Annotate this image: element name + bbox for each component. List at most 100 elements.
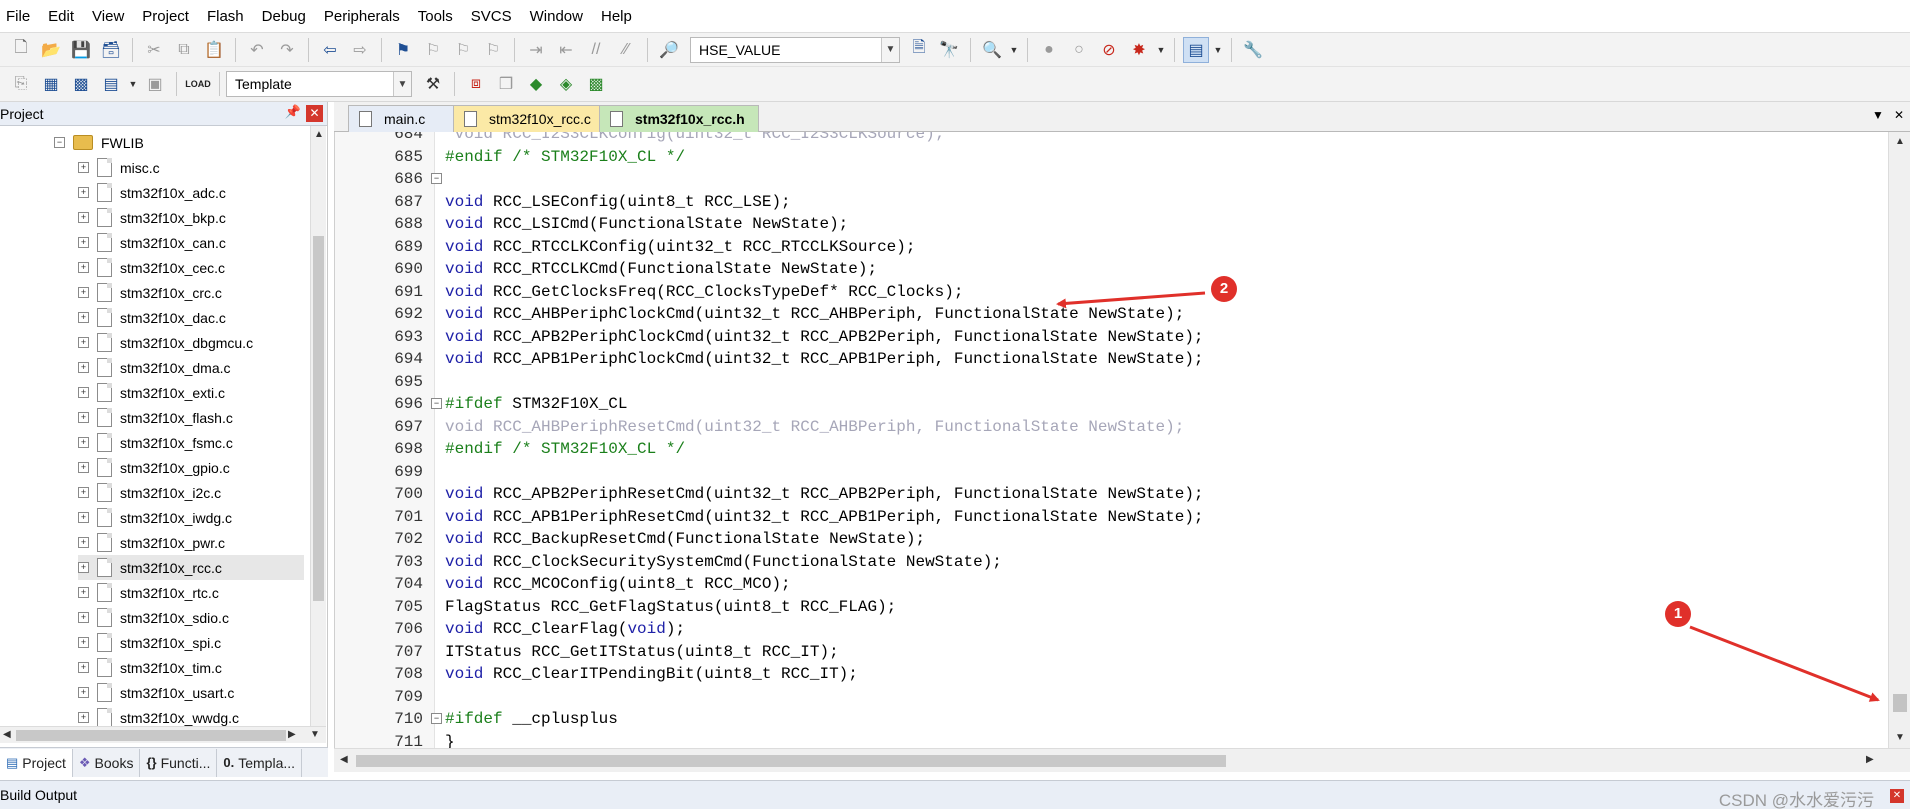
code-line[interactable]: void RCC_ClearITPendingBit(uint8_t RCC_I… bbox=[445, 663, 858, 685]
expand-icon[interactable]: + bbox=[78, 162, 89, 173]
tree-vertical-scrollbar[interactable]: ▲ bbox=[310, 126, 326, 726]
chevron-down-icon[interactable]: ▼ bbox=[1156, 37, 1166, 63]
target-combo[interactable]: Template ▼ bbox=[226, 71, 412, 97]
code-line[interactable]: void RCC_APB2PeriphClockCmd(uint32_t RCC… bbox=[445, 326, 1204, 348]
scroll-thumb[interactable] bbox=[16, 730, 286, 741]
expand-icon[interactable]: + bbox=[78, 337, 89, 348]
code-line[interactable]: ITStatus RCC_GetITStatus(uint8_t RCC_IT)… bbox=[445, 641, 839, 663]
scroll-left-icon[interactable]: ◀ bbox=[3, 729, 11, 740]
find-icon[interactable]: 🗎 bbox=[906, 37, 932, 63]
menu-project[interactable]: Project bbox=[133, 0, 198, 33]
tree-file-item[interactable]: + stm32f10x_sdio.c bbox=[78, 605, 304, 630]
tab-stm32f10x-rcc-c[interactable]: stm32f10x_rcc.c bbox=[453, 105, 603, 132]
scroll-down-icon[interactable]: ▼ bbox=[310, 729, 320, 740]
manage-project-items-icon[interactable]: ⧈ bbox=[463, 71, 489, 97]
code-line[interactable]: void RCC_APB2PeriphResetCmd(uint32_t RCC… bbox=[445, 483, 1204, 505]
tree-file-item[interactable]: + stm32f10x_spi.c bbox=[78, 630, 304, 655]
scroll-thumb[interactable] bbox=[1893, 694, 1907, 712]
fold-toggle-icon[interactable]: − bbox=[431, 173, 442, 184]
expand-icon[interactable]: + bbox=[78, 662, 89, 673]
tree-file-item[interactable]: + misc.c bbox=[78, 155, 304, 180]
code-line[interactable]: void RCC_LSICmd(FunctionalState NewState… bbox=[445, 213, 848, 235]
scroll-up-icon[interactable]: ▲ bbox=[314, 129, 324, 140]
manage-runtime-icon[interactable]: ◆ bbox=[523, 71, 549, 97]
tree-file-item[interactable]: + stm32f10x_dma.c bbox=[78, 355, 304, 380]
code-line[interactable]: void RCC_AHBPeriphResetCmd(uint32_t RCC_… bbox=[445, 416, 1184, 438]
chevron-down-icon[interactable]: ▼ bbox=[881, 37, 899, 62]
nav-back-icon[interactable]: ⇦ bbox=[317, 37, 343, 63]
tree-horizontal-scrollbar[interactable]: ◀ ▶ ▼ bbox=[0, 726, 326, 743]
code-line[interactable]: void RCC_GetClocksFreq(RCC_ClocksTypeDef… bbox=[445, 281, 963, 303]
menu-debug[interactable]: Debug bbox=[253, 0, 315, 33]
rebuild-icon[interactable]: ▩ bbox=[68, 71, 94, 97]
build-icon[interactable]: ▦ bbox=[38, 71, 64, 97]
tab-list-icon[interactable]: ▼ bbox=[1872, 108, 1884, 122]
save-all-icon[interactable]: 🗃 bbox=[98, 37, 124, 63]
tree-file-item[interactable]: + stm32f10x_i2c.c bbox=[78, 480, 304, 505]
tab-functions[interactable]: {} Functi... bbox=[140, 748, 218, 777]
expand-icon[interactable]: + bbox=[78, 412, 89, 423]
scroll-up-icon[interactable]: ▲ bbox=[1895, 136, 1905, 147]
unindent-icon[interactable]: ⇤ bbox=[553, 37, 579, 63]
open-file-icon[interactable]: 📂 bbox=[38, 37, 64, 63]
code-line[interactable]: void RCC_RTCCLKConfig(uint32_t RCC_RTCCL… bbox=[445, 236, 915, 258]
expand-icon[interactable]: + bbox=[78, 687, 89, 698]
enable-breakpoint-icon[interactable]: ○ bbox=[1066, 37, 1092, 63]
window-layout-icon[interactable]: ▤ bbox=[1183, 36, 1209, 63]
code-line[interactable]: void RCC_ClearFlag(void); bbox=[445, 618, 685, 640]
scroll-right-icon[interactable]: ▶ bbox=[1866, 754, 1874, 765]
editor-horizontal-scrollbar[interactable]: ◀ ▶ bbox=[334, 748, 1910, 772]
code-line[interactable]: void RCC_I2S3CLKConfig(uint32_t RCC_I2S3… bbox=[445, 132, 945, 145]
tree-file-item[interactable]: + stm32f10x_exti.c bbox=[78, 380, 304, 405]
tab-project[interactable]: ▤ Project bbox=[0, 748, 73, 777]
menu-svcs[interactable]: SVCS bbox=[462, 0, 521, 33]
pin-icon[interactable]: 📌 bbox=[285, 104, 301, 120]
tree-file-item[interactable]: + stm32f10x_rcc.c bbox=[78, 555, 304, 580]
expand-icon[interactable]: + bbox=[78, 537, 89, 548]
tree-folder-fwlib[interactable]: − FWLIB bbox=[54, 130, 144, 155]
comment-icon[interactable]: // bbox=[583, 37, 609, 63]
expand-icon[interactable]: + bbox=[78, 712, 89, 723]
scroll-right-icon[interactable]: ▶ bbox=[288, 729, 296, 740]
undo-icon[interactable]: ↶ bbox=[244, 37, 270, 63]
save-icon[interactable]: 💾 bbox=[68, 37, 94, 63]
fold-toggle-icon[interactable]: − bbox=[431, 398, 442, 409]
code-line[interactable]: #endif /* STM32F10X_CL */ bbox=[445, 146, 685, 168]
expand-icon[interactable]: + bbox=[78, 437, 89, 448]
code-line[interactable]: void RCC_MCOConfig(uint8_t RCC_MCO); bbox=[445, 573, 791, 595]
download-icon[interactable]: LOAD bbox=[185, 71, 211, 97]
code-line[interactable]: void RCC_BackupResetCmd(FunctionalState … bbox=[445, 528, 925, 550]
close-tab-icon[interactable]: ✕ bbox=[1894, 108, 1904, 122]
cut-icon[interactable]: ✂ bbox=[141, 37, 167, 63]
expand-icon[interactable]: + bbox=[78, 212, 89, 223]
tree-file-item[interactable]: + stm32f10x_flash.c bbox=[78, 405, 304, 430]
tree-file-item[interactable]: + stm32f10x_adc.c bbox=[78, 180, 304, 205]
configure-icon[interactable]: 🔧 bbox=[1240, 37, 1266, 63]
code-line[interactable]: void RCC_ClockSecuritySystemCmd(Function… bbox=[445, 551, 1002, 573]
expand-icon[interactable]: + bbox=[78, 187, 89, 198]
scroll-thumb[interactable] bbox=[356, 755, 1226, 767]
next-bookmark-icon[interactable]: ⚐ bbox=[450, 37, 476, 63]
clear-bookmarks-icon[interactable]: ⚐ bbox=[480, 37, 506, 63]
tree-file-item[interactable]: + stm32f10x_gpio.c bbox=[78, 455, 304, 480]
code-line[interactable]: void RCC_APB1PeriphClockCmd(uint32_t RCC… bbox=[445, 348, 1204, 370]
bookmark-icon[interactable]: ⚑ bbox=[390, 37, 416, 63]
code-line[interactable]: #ifdef STM32F10X_CL bbox=[445, 393, 627, 415]
uncomment-icon[interactable]: ⁄⁄ bbox=[613, 37, 639, 63]
expand-icon[interactable]: + bbox=[78, 612, 89, 623]
expand-icon[interactable]: + bbox=[78, 287, 89, 298]
menu-window[interactable]: Window bbox=[521, 0, 592, 33]
expand-icon[interactable]: + bbox=[78, 387, 89, 398]
pack-installer-icon[interactable]: ◈ bbox=[553, 71, 579, 97]
code-line[interactable]: FlagStatus RCC_GetFlagStatus(uint8_t RCC… bbox=[445, 596, 896, 618]
fold-toggle-icon[interactable]: − bbox=[431, 713, 442, 724]
code-line[interactable]: void RCC_LSEConfig(uint8_t RCC_LSE); bbox=[445, 191, 791, 213]
tree-file-item[interactable]: + stm32f10x_tim.c bbox=[78, 655, 304, 680]
tree-file-item[interactable]: + stm32f10x_wwdg.c bbox=[78, 705, 304, 726]
tab-books[interactable]: ❖ Books bbox=[73, 748, 141, 777]
tree-file-item[interactable]: + stm32f10x_can.c bbox=[78, 230, 304, 255]
chevron-down-icon[interactable]: ▼ bbox=[128, 71, 138, 97]
expand-icon[interactable]: + bbox=[78, 262, 89, 273]
chevron-down-icon[interactable]: ▼ bbox=[1009, 37, 1019, 63]
tab-stm32f10x-rcc-h[interactable]: stm32f10x_rcc.h bbox=[599, 105, 759, 132]
